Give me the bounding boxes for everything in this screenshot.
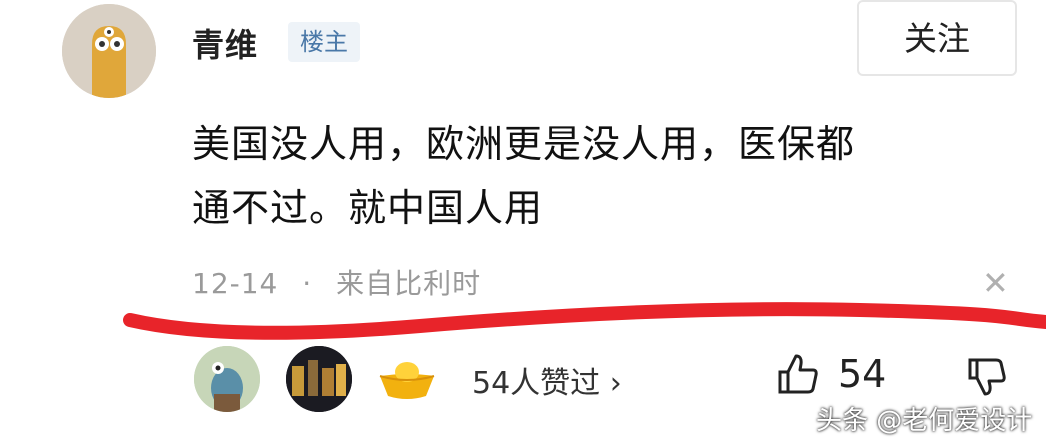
likes-summary-link[interactable]: 54人赞过 › [472,358,622,402]
watermark-text: 头条 @老何爱设计 [816,406,1033,436]
follow-button[interactable]: 关注 [857,0,1017,76]
comment-line-2: 通不过。就中国人用 [192,186,544,230]
liker-avatar[interactable] [286,346,352,412]
comment-line-1: 美国没人用，欧洲更是没人用，医保都 [192,122,856,166]
red-annotation-stroke [123,302,1046,340]
username[interactable]: 青维 [192,20,258,66]
gold-ingot-icon [374,346,440,412]
comment-text: 美国没人用，欧洲更是没人用，医保都 通不过。就中国人用 [192,112,1022,240]
like-count: 54 [838,352,887,396]
thumb-up-icon[interactable] [776,352,820,400]
liker-avatar[interactable] [194,346,260,412]
user-avatar[interactable] [62,4,156,98]
thumb-down-icon[interactable] [966,356,1008,402]
op-badge: 楼主 [288,22,360,62]
